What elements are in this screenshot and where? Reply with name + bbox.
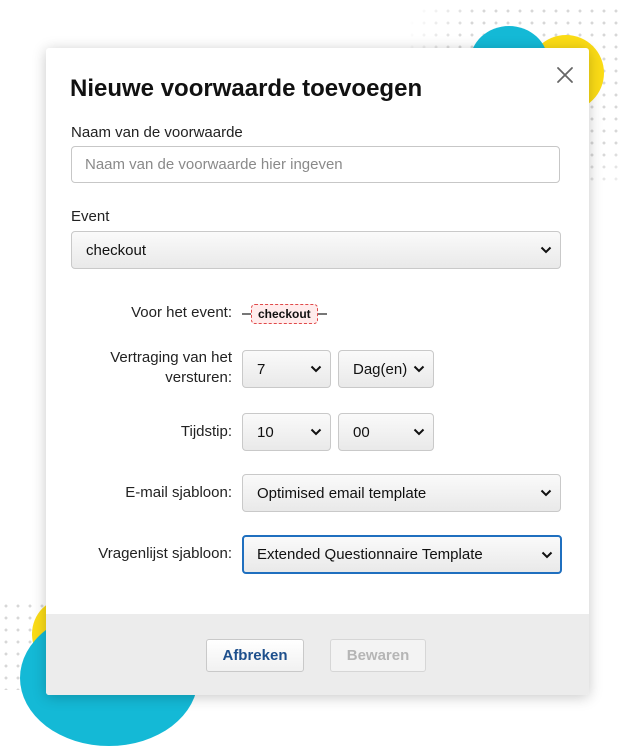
- email-template-value: Optimised email template: [257, 484, 427, 502]
- event-select[interactable]: checkout: [71, 231, 561, 269]
- dialog-title: Nieuwe voorwaarde toevoegen: [70, 75, 423, 102]
- event-select-value: checkout: [86, 241, 147, 259]
- chip-connector-right: [317, 313, 327, 315]
- time-label: Tijdstip:: [180, 423, 232, 440]
- condition-name-label: Naam van de voorwaarde: [71, 124, 243, 141]
- hour-value: 10: [257, 423, 274, 441]
- condition-name-input[interactable]: [71, 146, 560, 183]
- questionnaire-template-value: Extended Questionnaire Template: [257, 546, 483, 563]
- chevron-down-icon: [540, 246, 552, 254]
- questionnaire-template-select[interactable]: Extended Questionnaire Template: [242, 535, 562, 574]
- event-chip-group: checkout: [242, 304, 327, 324]
- minute-select[interactable]: 00: [338, 413, 434, 451]
- close-button[interactable]: [554, 64, 576, 86]
- chevron-down-icon: [413, 365, 425, 373]
- cancel-button[interactable]: Afbreken: [206, 639, 304, 672]
- close-icon: [557, 67, 573, 83]
- email-template-select[interactable]: Optimised email template: [242, 474, 561, 512]
- event-label: Event: [71, 208, 110, 225]
- delay-unit-value: Dag(en): [353, 360, 408, 378]
- minute-value: 00: [353, 423, 370, 441]
- chevron-down-icon: [413, 428, 425, 436]
- event-chip: checkout: [251, 304, 318, 324]
- before-event-label: Voor het event:: [131, 304, 232, 321]
- chip-connector-left: [242, 313, 251, 315]
- save-button[interactable]: Bewaren: [330, 639, 426, 672]
- email-template-label: E-mail sjabloon:: [125, 484, 232, 501]
- delay-amount-select[interactable]: 7: [242, 350, 331, 388]
- delay-amount-value: 7: [257, 360, 266, 378]
- delay-unit-select[interactable]: Dag(en): [338, 350, 434, 388]
- chevron-down-icon: [540, 489, 552, 497]
- dialog-footer: Afbreken Bewaren: [46, 614, 589, 695]
- delay-label: Vertraging van het versturen:: [110, 349, 232, 386]
- chevron-down-icon: [541, 551, 553, 559]
- hour-select[interactable]: 10: [242, 413, 331, 451]
- questionnaire-template-label: Vragenlijst sjabloon:: [98, 545, 232, 562]
- add-condition-dialog: Nieuwe voorwaarde toevoegen Naam van de …: [46, 48, 589, 695]
- chevron-down-icon: [310, 428, 322, 436]
- chevron-down-icon: [310, 365, 322, 373]
